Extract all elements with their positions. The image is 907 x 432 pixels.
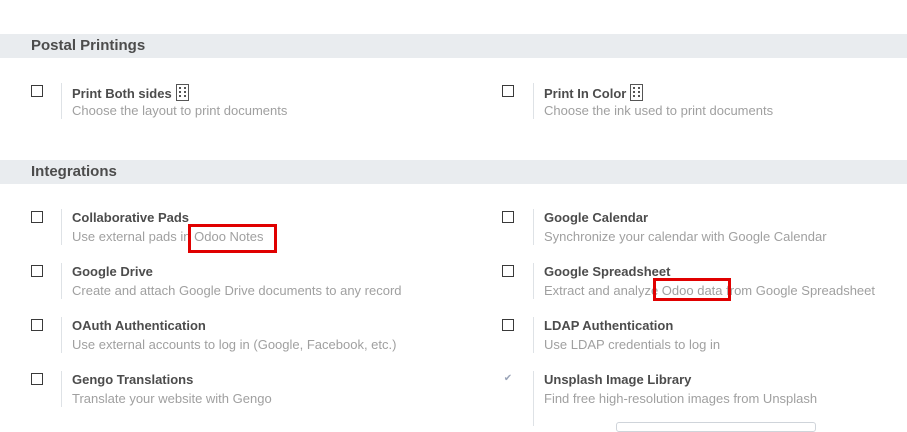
- unsplash-image-library-description: Find free high-resolution images from Un…: [544, 391, 818, 406]
- building-icon[interactable]: [630, 84, 644, 104]
- divider: [61, 83, 62, 119]
- print-both-sides-checkbox[interactable]: [31, 85, 43, 97]
- highlight-box-odoo-notes: [188, 224, 277, 253]
- section-header-integrations: Integrations: [0, 160, 907, 184]
- divider: [61, 371, 62, 407]
- oauth-authentication-title: OAuth Authentication: [72, 318, 206, 333]
- google-drive-description: Create and attach Google Drive documents…: [72, 283, 402, 298]
- checkmark-icon: ✔: [503, 373, 513, 384]
- divider: [61, 263, 62, 299]
- ldap-authentication-checkbox[interactable]: [502, 319, 514, 331]
- google-drive-checkbox[interactable]: [31, 265, 43, 277]
- section-header-postal-printings: Postal Printings: [0, 34, 907, 58]
- collaborative-pads-title: Collaborative Pads: [72, 210, 190, 225]
- divider: [61, 317, 62, 353]
- divider: [533, 209, 534, 245]
- divider: [533, 83, 534, 119]
- unsplash-image-library-checkbox[interactable]: ✔: [502, 373, 514, 385]
- google-calendar-description: Synchronize your calendar with Google Ca…: [544, 229, 827, 244]
- google-calendar-title: Google Calendar: [544, 210, 649, 225]
- unsplash-image-library-title: Unsplash Image Library: [544, 372, 692, 387]
- print-in-color-title: Print In Color: [544, 84, 644, 104]
- building-icon[interactable]: [175, 84, 189, 104]
- google-drive-title: Google Drive: [72, 264, 153, 279]
- collaborative-pads-checkbox[interactable]: [31, 211, 43, 223]
- divider: [533, 263, 534, 299]
- oauth-authentication-description: Use external accounts to log in (Google,…: [72, 337, 397, 352]
- highlight-box-odoo-data: [653, 278, 731, 301]
- ldap-authentication-description: Use LDAP credentials to log in: [544, 337, 721, 352]
- print-both-sides-description: Choose the layout to print documents: [72, 103, 288, 118]
- google-spreadsheet-title: Google Spreadsheet: [544, 264, 671, 279]
- ldap-authentication-title: LDAP Authentication: [544, 318, 674, 333]
- gengo-translations-description: Translate your website with Gengo: [72, 391, 272, 406]
- print-in-color-checkbox[interactable]: [502, 85, 514, 97]
- divider: [533, 317, 534, 353]
- divider: [533, 371, 534, 426]
- gengo-translations-title: Gengo Translations: [72, 372, 194, 387]
- gengo-translations-checkbox[interactable]: [31, 373, 43, 385]
- divider: [61, 209, 62, 245]
- print-in-color-description: Choose the ink used to print documents: [544, 103, 774, 118]
- oauth-authentication-checkbox[interactable]: [31, 319, 43, 331]
- google-calendar-checkbox[interactable]: [502, 211, 514, 223]
- unsplash-access-key-field[interactable]: [616, 422, 816, 432]
- google-spreadsheet-checkbox[interactable]: [502, 265, 514, 277]
- print-both-sides-title: Print Both sides: [72, 84, 189, 104]
